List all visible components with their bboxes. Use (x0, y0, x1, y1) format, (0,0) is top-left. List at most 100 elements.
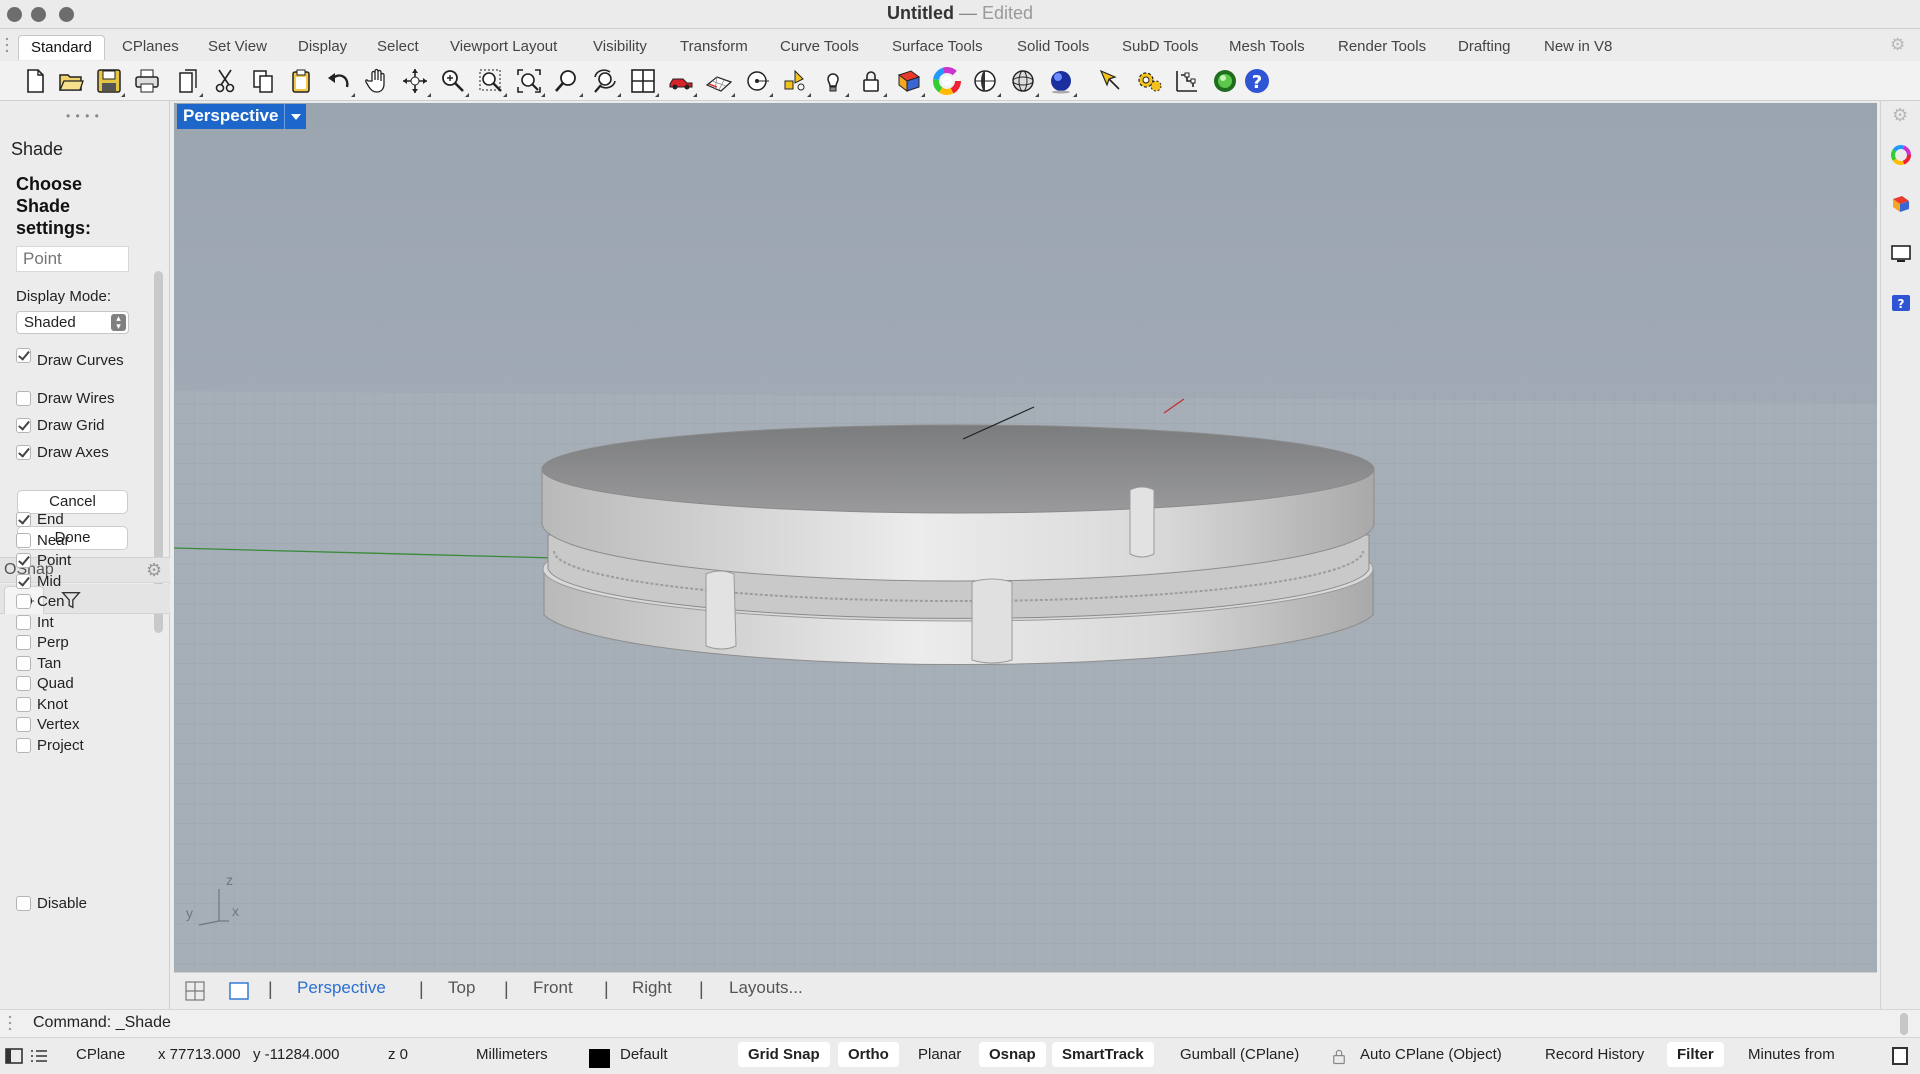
zoom-icon[interactable] (436, 64, 470, 98)
grip-icon[interactable] (5, 36, 9, 56)
draw-grid-checkbox[interactable] (16, 418, 31, 433)
osnap-cen-checkbox[interactable] (16, 594, 31, 609)
lock-icon[interactable] (854, 64, 888, 98)
paste-icon[interactable] (284, 64, 318, 98)
tab-mesh-tools[interactable]: Mesh Tools (1217, 35, 1317, 60)
osnap-item-perp[interactable]: Perp (16, 634, 69, 651)
tab-visibility[interactable]: Visibility (581, 35, 659, 60)
viewport-menu-chevron-down-icon[interactable] (284, 104, 306, 129)
open-folder-icon[interactable] (54, 64, 88, 98)
car-render-icon[interactable] (664, 64, 698, 98)
panel-toggle-icon[interactable] (1892, 1047, 1908, 1065)
new-file-icon[interactable] (18, 64, 52, 98)
tab-drafting[interactable]: Drafting (1446, 35, 1523, 60)
layer-color-swatch[interactable] (589, 1049, 610, 1068)
pen-icon[interactable] (1094, 64, 1128, 98)
object-snap-icon[interactable] (778, 64, 812, 98)
pan-hand-icon[interactable] (360, 64, 394, 98)
osnap-item-int[interactable]: Int (16, 614, 54, 631)
draw-axes-checkbox[interactable] (16, 445, 31, 460)
green-ball-icon[interactable] (1208, 64, 1242, 98)
smarttrack-toggle[interactable]: SmartTrack (1052, 1042, 1154, 1067)
zoom-selected-icon[interactable] (550, 64, 584, 98)
color-wheel-icon[interactable] (1890, 144, 1912, 166)
tab-standard[interactable]: Standard (18, 35, 105, 60)
four-viewports-icon[interactable] (626, 64, 660, 98)
tab-display[interactable]: Display (286, 35, 359, 60)
osnap-disable-checkbox[interactable] (16, 896, 31, 911)
light-bulb-icon[interactable] (816, 64, 850, 98)
wire-sphere-icon[interactable] (1006, 64, 1040, 98)
command-line[interactable]: Command: _Shade (0, 1009, 1920, 1037)
display-mode-select[interactable]: Shaded ▴ ▾ (16, 311, 129, 334)
osnap-circle-icon[interactable] (740, 64, 774, 98)
osnap-gear-icon[interactable]: ⚙ (146, 560, 162, 581)
panel-grip-handle[interactable]: • • • • (66, 109, 100, 123)
draw-grid-option[interactable]: Draw Grid (16, 417, 105, 434)
draw-curves-checkbox[interactable] (16, 348, 31, 363)
tab-curve-tools[interactable]: Curve Tools (768, 35, 871, 60)
viewport-tab-front[interactable]: Front (533, 978, 573, 998)
osnap-disable-option[interactable]: Disable (16, 895, 87, 912)
layers-icon[interactable] (1890, 193, 1912, 215)
print-icon[interactable] (130, 64, 164, 98)
display-monitor-icon[interactable] (1890, 243, 1912, 265)
render-sphere-icon[interactable] (1044, 64, 1078, 98)
single-viewport-icon[interactable] (228, 980, 250, 1002)
copy-icon[interactable] (246, 64, 280, 98)
ortho-toggle[interactable]: Ortho (838, 1042, 899, 1067)
settings-gears-icon[interactable] (1132, 64, 1166, 98)
grid-icon[interactable] (702, 64, 736, 98)
gumball-toggle[interactable]: Gumball (CPlane) (1170, 1042, 1309, 1067)
osnap-toggle[interactable]: Osnap (979, 1042, 1046, 1067)
tab-render-tools[interactable]: Render Tools (1326, 35, 1438, 60)
planar-toggle[interactable]: Planar (908, 1042, 971, 1067)
color-wheel-icon[interactable] (930, 64, 964, 98)
draw-wires-option[interactable]: Draw Wires (16, 390, 115, 407)
osnap-mid-checkbox[interactable] (16, 574, 31, 589)
osnap-project-checkbox[interactable] (16, 738, 31, 753)
viewport-title[interactable]: Perspective (177, 104, 285, 129)
tab-select[interactable]: Select (365, 35, 431, 60)
draw-wires-checkbox[interactable] (16, 391, 31, 406)
cut-icon[interactable] (208, 64, 242, 98)
osnap-item-point[interactable]: Point (16, 552, 71, 569)
tab-new-in-v8[interactable]: New in V8 (1532, 35, 1624, 60)
tab-solid-tools[interactable]: Solid Tools (1005, 35, 1101, 60)
undo-icon[interactable] (322, 64, 356, 98)
zoom-extents-icon[interactable] (512, 64, 546, 98)
viewport-tab-top[interactable]: Top (448, 978, 475, 998)
command-scrollbar[interactable] (1900, 1013, 1908, 1035)
perspective-viewport[interactable]: z y x Perspective (174, 103, 1877, 972)
viewport-tab-right[interactable]: Right (632, 978, 672, 998)
osnap-vertex-checkbox[interactable] (16, 717, 31, 732)
osnap-knot-checkbox[interactable] (16, 697, 31, 712)
osnap-quad-checkbox[interactable] (16, 676, 31, 691)
filter-toggle[interactable]: Filter (1667, 1042, 1724, 1067)
gear-icon[interactable]: ⚙ (1890, 35, 1905, 55)
osnap-item-quad[interactable]: Quad (16, 675, 74, 692)
tab-surface-tools[interactable]: Surface Tools (880, 35, 995, 60)
osnap-item-project[interactable]: Project (16, 737, 84, 754)
osnap-item-knot[interactable]: Knot (16, 696, 68, 713)
draw-curves-option[interactable]: Draw Curves (16, 342, 124, 369)
tab-viewport-layout[interactable]: Viewport Layout (438, 35, 569, 60)
osnap-item-end[interactable]: End (16, 511, 64, 528)
grid-snap-toggle[interactable]: Grid Snap (738, 1042, 830, 1067)
osnap-point-checkbox[interactable] (16, 553, 31, 568)
osnap-near-checkbox[interactable] (16, 533, 31, 548)
osnap-item-near[interactable]: Near (16, 532, 70, 549)
osnap-perp-checkbox[interactable] (16, 635, 31, 650)
display-sphere-icon[interactable] (968, 64, 1002, 98)
point-input[interactable] (16, 246, 129, 272)
tab-subd-tools[interactable]: SubD Tools (1110, 35, 1210, 60)
cplane-label[interactable]: CPlane (66, 1042, 135, 1067)
current-layer[interactable]: Default (610, 1042, 678, 1067)
osnap-int-checkbox[interactable] (16, 615, 31, 630)
rotate-camera-icon[interactable] (588, 64, 622, 98)
record-history-toggle[interactable]: Record History (1535, 1042, 1654, 1067)
tab-set-view[interactable]: Set View (196, 35, 279, 60)
osnap-item-tan[interactable]: Tan (16, 655, 61, 672)
draw-axes-option[interactable]: Draw Axes (16, 444, 109, 461)
layer-book-icon[interactable] (892, 64, 926, 98)
